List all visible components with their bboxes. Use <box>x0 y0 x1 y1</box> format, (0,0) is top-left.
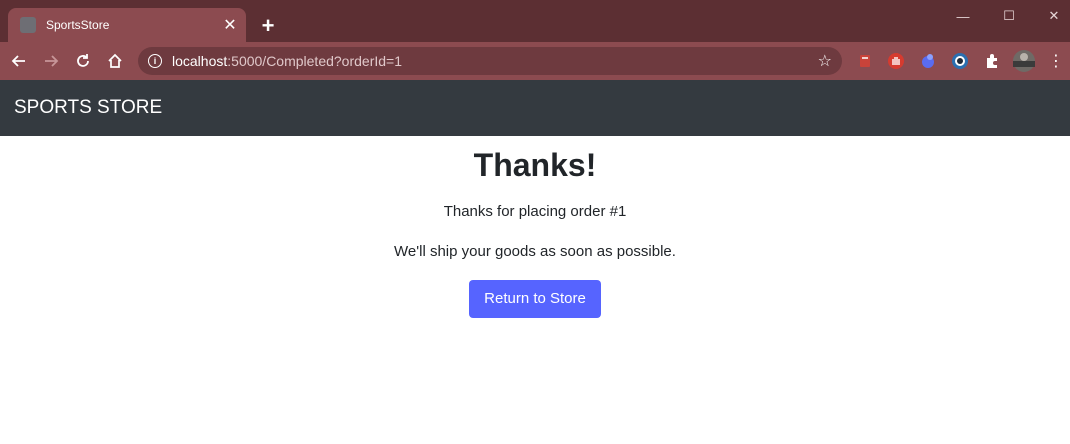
back-icon <box>11 55 25 67</box>
back-button[interactable] <box>4 46 34 76</box>
reload-button[interactable] <box>68 46 98 76</box>
ship-message: We'll ship your goods as soon as possibl… <box>394 243 676 260</box>
completed-content: Thanks! Thanks for placing order #1 We'l… <box>0 136 1070 318</box>
forward-button[interactable] <box>36 46 66 76</box>
menu-kebab-icon[interactable]: ⋮ <box>1046 51 1066 71</box>
extension-eye-icon[interactable] <box>950 51 970 71</box>
avatar[interactable] <box>1012 49 1036 73</box>
home-button[interactable] <box>100 46 130 76</box>
extensions-puzzle-icon[interactable] <box>982 51 1002 71</box>
bookmark-star-icon[interactable]: ☆ <box>818 51 832 71</box>
return-to-store-button[interactable]: Return to Store <box>469 280 601 318</box>
reload-icon <box>77 54 89 67</box>
browser-tabstrip: SportsStore ✕ + — ☐ ✕ <box>0 0 1070 42</box>
new-tab-button[interactable]: + <box>254 12 282 40</box>
url-host: localhost <box>172 53 228 69</box>
page-title: Thanks! <box>473 147 597 183</box>
extension-adblock-icon[interactable] <box>886 51 906 71</box>
site-navbar: SPORTS STORE <box>0 80 1070 136</box>
address-bar[interactable]: i localhost:5000/Completed?orderId=1 ☆ <box>138 47 842 75</box>
tab-title: SportsStore <box>46 18 110 32</box>
url-path: :5000/Completed?orderId=1 <box>227 53 402 69</box>
maximize-button[interactable]: ☐ <box>986 4 1032 28</box>
url-text: localhost:5000/Completed?orderId=1 <box>172 53 402 69</box>
forward-icon <box>45 55 59 67</box>
minimize-button[interactable]: — <box>940 4 986 28</box>
order-message: Thanks for placing order #1 <box>443 203 627 220</box>
browser-tab[interactable]: SportsStore ✕ <box>8 8 246 42</box>
info-icon[interactable]: i <box>148 54 162 68</box>
close-tab-icon[interactable]: ✕ <box>218 13 242 37</box>
home-icon <box>108 53 122 68</box>
close-window-button[interactable]: ✕ <box>1031 4 1070 28</box>
favicon-icon <box>20 17 36 33</box>
extension-bookmark-icon[interactable] <box>855 51 875 71</box>
browser-toolbar: i localhost:5000/Completed?orderId=1 ☆ ⋮ <box>0 42 1070 80</box>
extension-blue-icon[interactable] <box>918 51 938 71</box>
brand-link[interactable]: SPORTS STORE <box>14 97 162 119</box>
